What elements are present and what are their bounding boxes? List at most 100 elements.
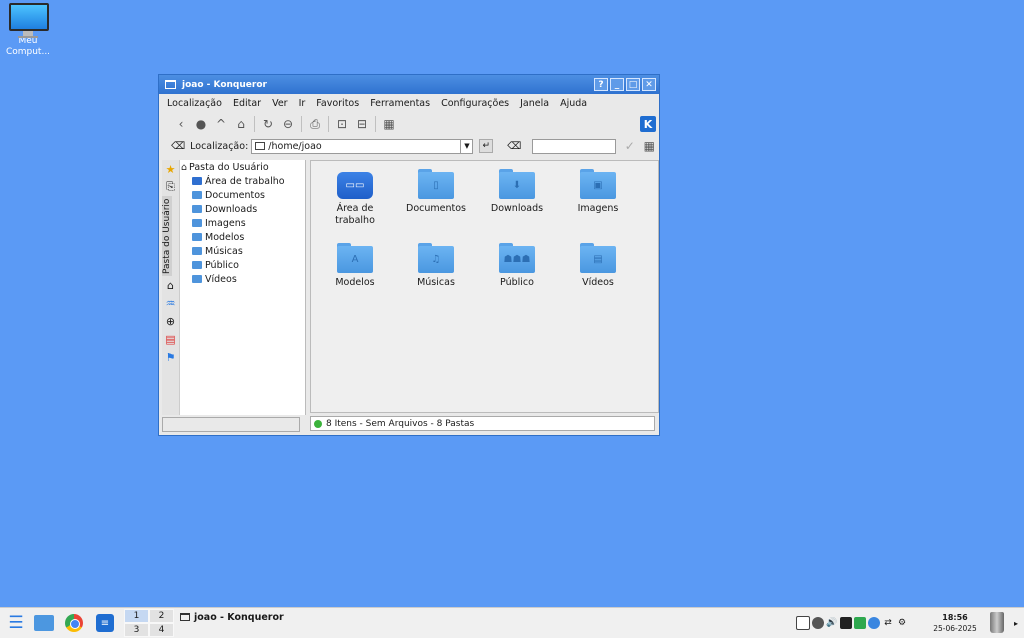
downloads-folder-icon: ⬇ (499, 169, 535, 199)
menu-editar[interactable]: Editar (233, 98, 261, 109)
clear-location-icon[interactable]: ⌫ (171, 141, 185, 152)
location-dropdown-icon[interactable]: ▼ (460, 139, 472, 153)
back-icon[interactable]: ‹ (171, 115, 191, 133)
tree-item-label: Público (205, 259, 239, 271)
task-konqueror[interactable]: joao - Konqueror (180, 610, 284, 624)
tree-item-images[interactable]: Imagens (180, 216, 305, 230)
menu-icon[interactable]: ☰ (6, 612, 26, 634)
chrome-icon[interactable] (63, 612, 85, 634)
forward-icon[interactable]: ● (191, 115, 211, 133)
history-icon[interactable]: ⎘ (162, 178, 179, 196)
file-item-label: Vídeos (582, 277, 614, 288)
network-icon[interactable]: ⊕ (162, 312, 179, 330)
home-icon[interactable]: ⌂ (162, 276, 179, 294)
stop-icon[interactable]: ⊖ (278, 115, 298, 133)
toolbar-separator (254, 116, 255, 132)
folder-icon (255, 142, 266, 150)
home-icon[interactable]: ⌂ (231, 115, 251, 133)
view-mode-icon[interactable]: ▦ (379, 115, 399, 133)
clear-search-icon[interactable]: ⌫ (507, 141, 521, 152)
pager-desktop-2[interactable]: 2 (149, 609, 174, 623)
location-input[interactable]: /home/joao ▼ (251, 138, 474, 154)
tree-item-public[interactable]: Público (180, 258, 305, 272)
file-item-music[interactable]: ♫ Músicas (400, 243, 472, 289)
file-item-desktop[interactable]: ▭▭ Área de trabalho (319, 169, 391, 227)
file-item-videos[interactable]: ▤ Vídeos (562, 243, 634, 289)
writer-icon[interactable]: ≡ (94, 612, 116, 634)
file-item-downloads[interactable]: ⬇ Downloads (481, 169, 553, 215)
go-button[interactable]: ↵ (479, 139, 494, 153)
reload-icon[interactable]: ↻ (258, 115, 278, 133)
trash-icon[interactable] (990, 612, 1004, 633)
clipboard-icon[interactable] (796, 616, 810, 630)
zoom-out-icon[interactable]: ⊟ (352, 115, 372, 133)
desktop-icon-computer[interactable]: Meu Comput... (4, 3, 52, 58)
minimize-button[interactable]: _ (610, 78, 624, 91)
konqueror-logo-icon: K (640, 116, 656, 132)
menu-ajuda[interactable]: Ajuda (560, 98, 587, 109)
monitor-icon[interactable] (854, 617, 866, 629)
window-titlebar[interactable]: joao - Konqueror ? _ □ ✕ (159, 75, 659, 94)
power-icon[interactable] (812, 617, 824, 629)
status-bar: 8 Itens - Sem Arquivos - 8 Pastas (310, 416, 655, 431)
menu-localizacao[interactable]: Localização (167, 98, 222, 109)
templates-folder-icon: A (337, 243, 373, 273)
location-label: Localização: (190, 140, 249, 152)
sidebar-tab-home[interactable]: Pasta do Usuário (162, 196, 172, 276)
clock-time: 18:56 (942, 613, 968, 622)
pager-desktop-1[interactable]: 1 (124, 609, 149, 623)
pager-desktop-4[interactable]: 4 (149, 623, 174, 637)
toolbar-separator (375, 116, 376, 132)
folder-icon (192, 247, 202, 255)
search-provider-icon[interactable]: ▦ (640, 137, 659, 155)
images-folder-icon: ▣ (580, 169, 616, 199)
desktop-pager: 1 2 3 4 (124, 609, 174, 637)
terminal-icon[interactable] (840, 617, 852, 629)
clock[interactable]: 18:56 25-06-2025 (932, 612, 978, 634)
flag-icon[interactable]: ⚑ (162, 348, 179, 366)
menu-ir[interactable]: Ir (299, 98, 306, 109)
menu-ferramentas[interactable]: Ferramentas (370, 98, 430, 109)
tree-item-documents[interactable]: Documentos (180, 188, 305, 202)
file-manager-icon[interactable] (33, 612, 55, 634)
tree-item-label: Modelos (205, 231, 245, 243)
help-button[interactable]: ? (594, 78, 608, 91)
toolbar-separator (301, 116, 302, 132)
print-icon[interactable]: ⎙ (305, 115, 325, 133)
tree-item-downloads[interactable]: Downloads (180, 202, 305, 216)
tree-item-templates[interactable]: Modelos (180, 230, 305, 244)
tree-item-music[interactable]: Músicas (180, 244, 305, 258)
menu-favoritos[interactable]: Favoritos (316, 98, 359, 109)
tree-item-desktop[interactable]: Área de trabalho (180, 174, 305, 188)
menu-ver[interactable]: Ver (272, 98, 288, 109)
transfer-icon[interactable]: ⇄ (882, 617, 894, 629)
file-item-label: Documentos (406, 203, 466, 214)
file-item-public[interactable]: ☗☗☗ Público (481, 243, 553, 289)
expand-arrow-icon[interactable]: ▸ (1014, 619, 1018, 628)
volume-icon[interactable]: 🔊 (826, 617, 838, 629)
updates-icon[interactable]: ⚙ (896, 617, 908, 629)
menu-janela[interactable]: Janela (520, 98, 549, 109)
menu-configuracoes[interactable]: Configurações (441, 98, 509, 109)
computer-icon (9, 3, 49, 38)
search-go-icon[interactable]: ✓ (620, 137, 639, 155)
tree-item-videos[interactable]: Vídeos (180, 272, 305, 286)
zoom-in-icon[interactable]: ⊡ (332, 115, 352, 133)
network-icon[interactable] (868, 617, 880, 629)
tree-root-label: Pasta do Usuário (189, 161, 269, 173)
file-item-documents[interactable]: ▯ Documentos (400, 169, 472, 215)
desktop-icon-label: Meu Comput... (5, 36, 51, 57)
status-led-icon (314, 419, 322, 428)
file-item-templates[interactable]: A Modelos (319, 243, 391, 289)
pager-desktop-3[interactable]: 3 (124, 623, 149, 637)
search-input[interactable] (532, 138, 617, 154)
maximize-button[interactable]: □ (626, 78, 640, 91)
services-icon[interactable]: ▤ (162, 330, 179, 348)
media-icon[interactable]: ♒ (162, 294, 179, 312)
up-icon[interactable]: ^ (211, 115, 231, 133)
tree-root[interactable]: ⌂ Pasta do Usuário (180, 160, 305, 174)
file-item-images[interactable]: ▣ Imagens (562, 169, 634, 215)
close-button[interactable]: ✕ (642, 78, 656, 91)
menubar: Localização Editar Ver Ir Favoritos Ferr… (159, 94, 659, 113)
bookmarks-star-icon[interactable]: ★ (162, 160, 179, 178)
